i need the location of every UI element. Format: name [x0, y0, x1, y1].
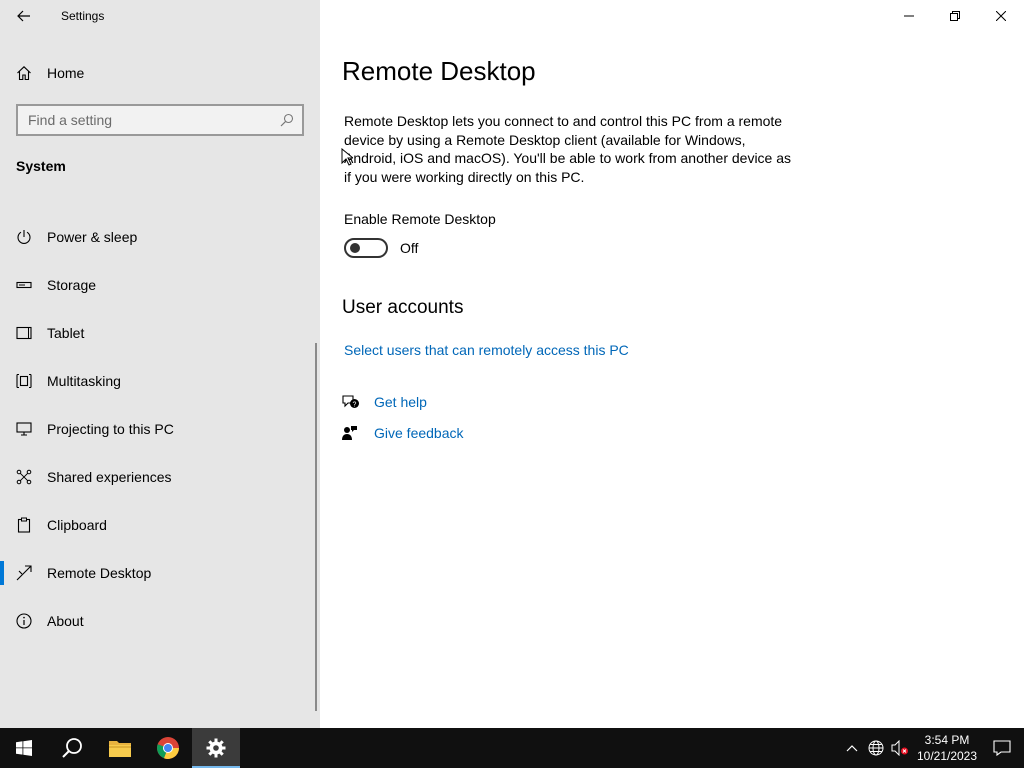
- storage-icon: [0, 277, 48, 293]
- search-box[interactable]: [16, 104, 304, 136]
- system-tray: 3:54 PM 10/21/2023: [840, 728, 1024, 768]
- toggle-state: Off: [400, 240, 419, 256]
- home-icon: [0, 65, 48, 81]
- get-help-row[interactable]: ? Get help: [342, 394, 427, 410]
- feedback-icon: [342, 425, 374, 441]
- taskbar-clock[interactable]: 3:54 PM 10/21/2023: [914, 732, 980, 764]
- sidebar-item-label: About: [47, 613, 84, 629]
- help-chat-icon: ?: [342, 394, 374, 410]
- home-label: Home: [47, 65, 85, 81]
- sidebar-scrollbar[interactable]: [315, 343, 317, 711]
- restore-button[interactable]: [932, 0, 978, 32]
- search-icon[interactable]: [272, 113, 302, 127]
- section-title: System: [16, 158, 66, 174]
- page-title: Remote Desktop: [342, 56, 536, 86]
- back-arrow-icon: [17, 10, 30, 22]
- select-users-link[interactable]: Select users that can remotely access th…: [344, 342, 629, 358]
- minimize-button[interactable]: [886, 0, 932, 32]
- mouse-cursor-icon: [341, 147, 355, 171]
- close-icon: [996, 11, 1006, 21]
- notification-icon: [993, 740, 1011, 756]
- sidebar-item-about[interactable]: About: [0, 597, 320, 645]
- network-globe-icon: [868, 740, 884, 756]
- search-input[interactable]: [28, 112, 272, 128]
- sidebar: Settings Home System Power & sleep Stora…: [0, 0, 320, 728]
- sidebar-item-label: Clipboard: [47, 517, 107, 533]
- action-center-button[interactable]: [980, 740, 1024, 756]
- app-title: Settings: [61, 9, 105, 23]
- chrome-button[interactable]: [144, 728, 192, 768]
- give-feedback-link[interactable]: Give feedback: [374, 425, 464, 441]
- projecting-icon: [0, 421, 48, 437]
- back-button[interactable]: [0, 0, 48, 32]
- volume-button[interactable]: [888, 740, 912, 756]
- sidebar-item-label: Storage: [47, 277, 97, 293]
- file-explorer-icon: [109, 741, 131, 757]
- sidebar-item-label: Power & sleep: [47, 229, 138, 245]
- settings-icon: [206, 738, 226, 758]
- sidebar-item-projecting[interactable]: Projecting to this PC: [0, 405, 320, 453]
- clipboard-icon: [0, 517, 48, 533]
- start-button[interactable]: [0, 728, 48, 768]
- description-text: Remote Desktop lets you connect to and c…: [344, 113, 792, 185]
- enable-remote-desktop-toggle[interactable]: [344, 238, 388, 258]
- remote-desktop-icon: [0, 565, 48, 581]
- taskbar: 3:54 PM 10/21/2023: [0, 728, 1024, 768]
- file-explorer-button[interactable]: [96, 728, 144, 768]
- toggle-knob: [350, 243, 360, 253]
- sidebar-item-label: Multitasking: [47, 373, 121, 389]
- close-button[interactable]: [978, 0, 1024, 32]
- sidebar-item-tablet[interactable]: Tablet: [0, 309, 320, 357]
- sidebar-item-clipboard[interactable]: Clipboard: [0, 501, 320, 549]
- svg-text:?: ?: [353, 401, 357, 408]
- sidebar-item-storage[interactable]: Storage: [0, 261, 320, 309]
- sidebar-item-label: Shared experiences: [47, 469, 172, 485]
- sidebar-item-label: Projecting to this PC: [47, 421, 174, 437]
- get-help-link[interactable]: Get help: [374, 394, 427, 410]
- start-icon: [16, 740, 32, 756]
- sidebar-item-label: Remote Desktop: [47, 565, 152, 581]
- title-bar: Settings: [0, 0, 320, 32]
- sidebar-item-shared-experiences[interactable]: Shared experiences: [0, 453, 320, 501]
- home-nav-item[interactable]: Home: [0, 56, 320, 90]
- settings-taskbar-button[interactable]: [192, 728, 240, 768]
- power-icon: [0, 229, 48, 245]
- minimize-icon: [904, 15, 914, 17]
- volume-muted-icon: [891, 740, 908, 756]
- user-accounts-heading: User accounts: [342, 297, 464, 318]
- sidebar-item-power-sleep[interactable]: Power & sleep: [0, 213, 320, 261]
- network-button[interactable]: [864, 740, 888, 756]
- sidebar-item-remote-desktop[interactable]: Remote Desktop: [0, 549, 320, 597]
- enable-remote-desktop-row: Off: [344, 238, 418, 258]
- show-hidden-icons-button[interactable]: [840, 744, 864, 752]
- info-icon: [0, 613, 48, 629]
- shared-experiences-icon: [0, 469, 48, 485]
- window-controls: [886, 0, 1024, 32]
- give-feedback-row[interactable]: Give feedback: [342, 425, 464, 441]
- chrome-icon: [157, 737, 179, 759]
- sidebar-item-label: Tablet: [47, 325, 85, 341]
- restore-icon: [950, 11, 960, 21]
- taskbar-search-button[interactable]: [48, 728, 96, 768]
- multitasking-icon: [0, 373, 48, 389]
- sidebar-item-multitasking[interactable]: Multitasking: [0, 357, 320, 405]
- chevron-up-icon: [846, 745, 858, 752]
- search-icon: [62, 738, 82, 758]
- tablet-icon: [0, 325, 48, 341]
- nav-list: Power & sleep Storage Tablet Multitaskin…: [0, 213, 320, 645]
- main-content: Remote Desktop Remote Desktop lets you c…: [320, 0, 1024, 728]
- clock-date: 10/21/2023: [916, 749, 978, 763]
- toggle-label: Enable Remote Desktop: [344, 211, 496, 227]
- clock-time: 3:54 PM: [924, 733, 970, 747]
